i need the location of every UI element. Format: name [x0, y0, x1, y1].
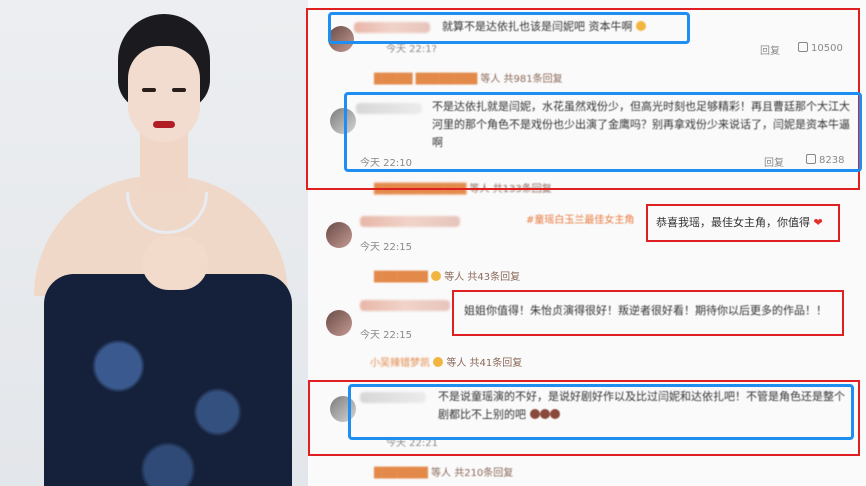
- reply-user-blur: ███████: [374, 272, 428, 283]
- comment-time: 今天 22:15: [360, 242, 412, 253]
- photo-eye: [142, 88, 156, 92]
- username[interactable]: [360, 300, 450, 311]
- photo-hand: [142, 236, 208, 290]
- photo-lips: [153, 121, 175, 128]
- highlight-red-box: [452, 290, 844, 336]
- replies-summary[interactable]: ███████ 等人 共210条回复: [374, 464, 513, 479]
- highlight-red-box: [646, 204, 840, 242]
- comment-section: 就算不是达依扎也该是闫妮吧 资本牛啊 今天 22:1? 回复 10500 ███…: [306, 0, 866, 486]
- highlight-blue-box: [348, 384, 854, 440]
- highlight-blue-box: [328, 12, 690, 44]
- emoji-icon: [431, 271, 442, 281]
- replies-summary[interactable]: 小吴辣错梦凯 等人 共41条回复: [370, 354, 522, 369]
- photo-eye: [172, 88, 186, 92]
- reply-user-blur: ███████: [374, 468, 428, 479]
- comment-time: 今天 22:15: [360, 330, 412, 341]
- replies-summary[interactable]: ███████ 等人 共43条回复: [374, 268, 520, 283]
- username[interactable]: [360, 216, 460, 227]
- highlight-blue-box: [344, 92, 862, 172]
- emoji-icon: [433, 357, 444, 367]
- avatar[interactable]: [326, 310, 352, 336]
- actress-photo: [0, 0, 308, 486]
- topic-tag[interactable]: #童瑶白玉兰最佳女主角: [526, 212, 634, 230]
- avatar[interactable]: [326, 222, 352, 248]
- photo-dress: [44, 274, 292, 486]
